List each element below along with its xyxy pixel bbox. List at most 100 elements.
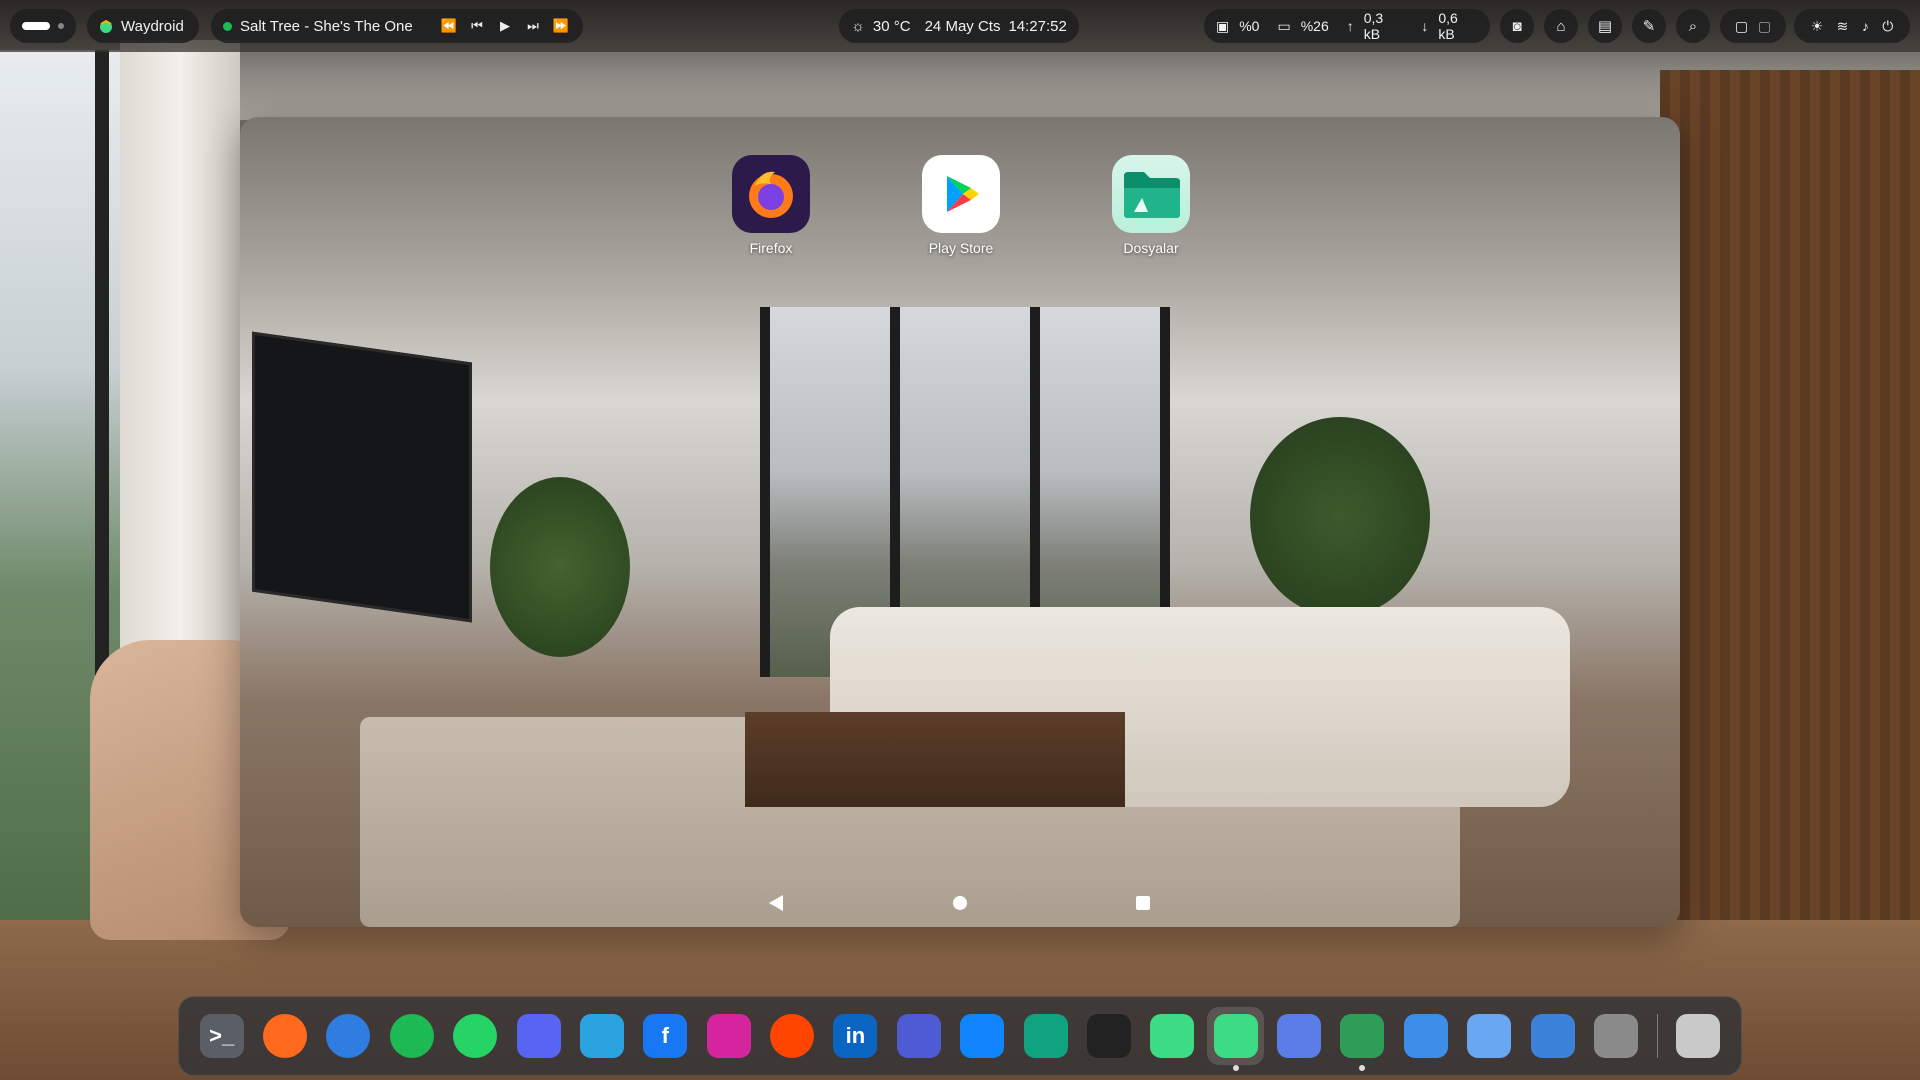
recents-icon[interactable]: [1133, 893, 1153, 913]
clipboard-icon[interactable]: ▤: [1588, 9, 1622, 43]
app-label: Dosyalar: [1123, 240, 1179, 256]
keyboard-layout[interactable]: ▢ ▢: [1720, 9, 1786, 43]
inactive-workspace[interactable]: [58, 23, 64, 29]
firefox-icon: [263, 1014, 308, 1058]
layout-1-icon[interactable]: ▢: [1735, 18, 1748, 35]
files-icon[interactable]: [1112, 155, 1190, 233]
clock-widget[interactable]: ☼ 30 °C 24 May Cts 14:27:52: [839, 9, 1079, 43]
active-app-pill[interactable]: Waydroid: [87, 9, 199, 43]
power-icon[interactable]: ⏻: [1882, 18, 1893, 35]
rewind-icon[interactable]: ⏪: [439, 18, 459, 34]
top-bar: Waydroid Salt Tree - She's The One ⏪ ⏮ ▶…: [0, 0, 1920, 52]
quick-settings[interactable]: ☀ ≋ ♪ ⏻: [1794, 9, 1910, 43]
android-wallpaper-plant: [1250, 417, 1430, 617]
color-picker-icon[interactable]: ✎: [1632, 9, 1666, 43]
wallpaper-wood-panel: [1660, 70, 1920, 970]
waydroid-icon: [1213, 1014, 1258, 1058]
telegram-icon: [579, 1014, 624, 1058]
dock-item-authenticator[interactable]: [890, 1007, 947, 1065]
dock-item-instagram[interactable]: [700, 1007, 757, 1065]
home-icon[interactable]: ⌂: [1544, 9, 1578, 43]
dock-item-software-store[interactable]: [1461, 1007, 1518, 1065]
workspace-indicator[interactable]: [10, 9, 76, 43]
cpu-icon: ▣: [1216, 17, 1230, 34]
dock-item-drop-app[interactable]: [1270, 1007, 1327, 1065]
media-title: Salt Tree - She's The One: [240, 17, 413, 35]
download-speed: 0,6 kB: [1438, 10, 1458, 42]
dock-item-inkscape-cube[interactable]: [1080, 1007, 1137, 1065]
android-wallpaper-tv: [252, 331, 472, 623]
dock-item-telegram[interactable]: [573, 1007, 630, 1065]
fast-forward-icon[interactable]: ⏩: [551, 18, 571, 34]
firefox-icon[interactable]: [732, 155, 810, 233]
dock-item-discord[interactable]: [510, 1007, 567, 1065]
terminal-icon: >_: [199, 1014, 244, 1058]
authenticator-icon: [896, 1014, 941, 1058]
active-workspace[interactable]: [22, 22, 50, 30]
dock-item-reddit[interactable]: [763, 1007, 820, 1065]
trash-icon: [1676, 1014, 1721, 1058]
dock: >_ f in: [178, 996, 1742, 1076]
next-track-icon[interactable]: ⏭: [523, 18, 543, 34]
camera-icon[interactable]: ◙: [1500, 9, 1534, 43]
waydroid-window[interactable]: Firefox Play Store Dosyalar: [240, 117, 1680, 927]
chatgpt-icon: [1023, 1014, 1068, 1058]
android-wallpaper-table: [745, 712, 1125, 807]
dock-item-waydroid[interactable]: [1207, 1007, 1265, 1071]
upload-speed: 0,3 kB: [1363, 10, 1384, 42]
inkscape-cube-icon: [1086, 1014, 1131, 1058]
dock-item-bluesky[interactable]: [954, 1007, 1011, 1065]
date: 24 May Cts: [924, 17, 1001, 35]
layout-2-icon[interactable]: ▢: [1758, 18, 1771, 35]
screen-recorder-icon: [1340, 1014, 1385, 1058]
settings-icon: [1593, 1014, 1638, 1058]
previous-track-icon[interactable]: ⏮: [467, 18, 487, 34]
dock-item-linkedin[interactable]: in: [827, 1007, 884, 1065]
download-icon: ↓: [1421, 18, 1429, 34]
app-files[interactable]: Dosyalar: [1096, 155, 1206, 256]
dock-item-settings[interactable]: [1587, 1007, 1644, 1065]
dock-item-facebook[interactable]: f: [637, 1007, 694, 1065]
dock-item-thunderbird[interactable]: [320, 1007, 377, 1065]
back-icon[interactable]: [766, 893, 786, 913]
cpu-usage: %0: [1239, 18, 1260, 34]
dock-item-files[interactable]: [1397, 1007, 1454, 1065]
reddit-icon: [770, 1014, 815, 1058]
upload-icon: ↑: [1346, 18, 1354, 34]
dock-item-whatsapp[interactable]: [447, 1007, 504, 1065]
dock-item-spotify[interactable]: [383, 1007, 440, 1065]
search-icon[interactable]: ⌕: [1676, 9, 1710, 43]
spotify-icon: [389, 1014, 434, 1058]
app-firefox[interactable]: Firefox: [716, 155, 826, 256]
brightness-icon[interactable]: ☀: [1811, 18, 1824, 35]
play-icon[interactable]: ▶: [495, 18, 515, 34]
ram-icon: ▭: [1277, 17, 1291, 34]
spotify-icon: [223, 21, 232, 31]
play-store-icon[interactable]: [922, 155, 1000, 233]
app-label: Firefox: [749, 240, 793, 256]
app-play-store[interactable]: Play Store: [906, 155, 1016, 256]
linkedin-icon: in: [833, 1014, 878, 1058]
ram-usage: %26: [1300, 18, 1329, 34]
media-player[interactable]: Salt Tree - She's The One ⏪ ⏮ ▶ ⏭ ⏩: [211, 9, 583, 43]
dock-item-android-studio[interactable]: [1144, 1007, 1201, 1065]
volume-icon[interactable]: ♪: [1862, 18, 1869, 34]
system-stats[interactable]: ▣ %0 ▭ %26 ↑ 0,3 kB ↓ 0,6 kB: [1204, 9, 1490, 43]
weather-temp: 30 °C: [872, 17, 911, 35]
app-label: Play Store: [928, 240, 994, 256]
dock-item-text-editor[interactable]: [1524, 1007, 1581, 1065]
files-icon: [1403, 1014, 1448, 1058]
thunderbird-icon: [326, 1014, 371, 1058]
wifi-icon[interactable]: ≋: [1837, 18, 1849, 35]
facebook-icon: f: [643, 1014, 688, 1058]
dock-item-screen-recorder[interactable]: [1334, 1007, 1391, 1071]
android-wallpaper-mullion: [760, 307, 770, 677]
dock-item-trash[interactable]: [1670, 1007, 1727, 1065]
dock-item-chatgpt[interactable]: [1017, 1007, 1074, 1065]
android-wallpaper-plant: [490, 477, 630, 657]
dock-item-firefox[interactable]: [256, 1007, 313, 1065]
running-indicator: [1232, 1065, 1239, 1071]
dock-item-terminal[interactable]: >_: [193, 1007, 250, 1065]
home-icon[interactable]: [950, 893, 970, 913]
discord-icon: [516, 1014, 561, 1058]
